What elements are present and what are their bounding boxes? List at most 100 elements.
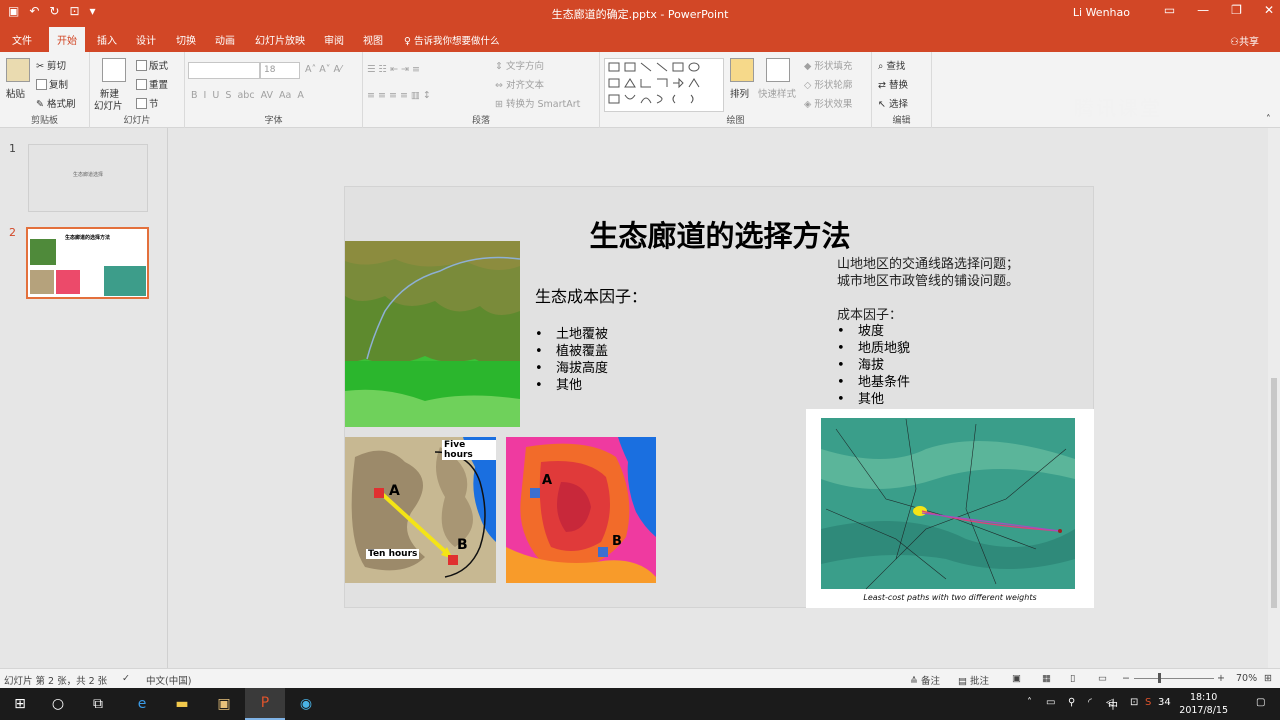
app-icon[interactable]: ▣: [204, 688, 244, 720]
tab-view[interactable]: 视图: [363, 32, 383, 47]
magnifier-app-icon[interactable]: ◉: [286, 688, 326, 720]
shapes-gallery[interactable]: [604, 58, 724, 112]
list-item: 土地覆被: [535, 326, 608, 343]
new-slide-icon[interactable]: [102, 58, 126, 82]
tab-file[interactable]: 文件: [12, 32, 32, 47]
zoom-in-button[interactable]: +: [1217, 673, 1225, 684]
arrange-icon[interactable]: [730, 58, 754, 82]
paste-icon[interactable]: [6, 58, 30, 82]
zoom-slider-handle[interactable]: [1158, 673, 1161, 683]
sorter-view-icon[interactable]: ▦: [1042, 673, 1051, 684]
edge-browser-icon[interactable]: e: [122, 688, 162, 720]
thumb-2-image-1: [30, 239, 56, 265]
slide-thumbnail-2[interactable]: 生态廊道的选择方法: [26, 227, 149, 299]
ecological-factors-list[interactable]: 土地覆被 植被覆盖 海拔高度 其他: [535, 326, 608, 394]
scrollbar-thumb[interactable]: [1271, 378, 1277, 608]
language-status[interactable]: 中文(中国): [146, 673, 191, 687]
copy-button[interactable]: 复制: [36, 77, 68, 91]
reading-view-icon[interactable]: ▯: [1070, 673, 1075, 684]
copy-icon: [36, 79, 47, 90]
temperature-badge[interactable]: 34: [1158, 697, 1171, 708]
file-explorer-icon[interactable]: ▬: [162, 688, 202, 720]
smartart-button[interactable]: ⊞ 转换为 SmartArt: [495, 96, 580, 110]
format-painter-button[interactable]: ✎ 格式刷: [36, 96, 76, 110]
font-name-combo[interactable]: [188, 62, 260, 79]
cut-button[interactable]: ✂ 剪切: [36, 58, 66, 72]
minimize-icon[interactable]: —: [1197, 3, 1209, 17]
ecological-factors-heading[interactable]: 生态成本因子：: [535, 283, 647, 307]
tab-slideshow[interactable]: 幻灯片放映: [255, 32, 305, 47]
align-buttons[interactable]: ≡ ≡ ≡ ≡ ▥ ↕: [367, 90, 431, 101]
cost-surface-map[interactable]: A B: [506, 437, 656, 583]
restore-icon[interactable]: ❐: [1231, 3, 1242, 17]
list-item: 海拔高度: [535, 360, 608, 377]
new-slide-button-line2[interactable]: 幻灯片: [94, 98, 123, 112]
layout-button[interactable]: 版式: [136, 58, 168, 72]
slide-thumbnail-1[interactable]: 生态廊道选择: [28, 144, 148, 212]
ribbon-display-icon[interactable]: ▭: [1164, 3, 1175, 17]
normal-view-icon[interactable]: ▣: [1012, 673, 1021, 684]
reset-button[interactable]: 重置: [136, 77, 168, 91]
terrain-path-map[interactable]: Five hours Ten hours A B: [345, 437, 496, 583]
tab-transitions[interactable]: 切换: [176, 32, 196, 47]
slide-canvas[interactable]: 生态廊道的选择方法 生态成本因子： 土地覆被 植被覆盖 海拔高度 其他 山地地区…: [344, 186, 1094, 608]
least-cost-path-figure[interactable]: [806, 409, 1094, 608]
search-circle-icon[interactable]: ○: [38, 688, 78, 720]
share-button[interactable]: ⚇共享: [1230, 33, 1259, 48]
quick-styles-button[interactable]: 快速样式: [758, 86, 796, 100]
zoom-slider[interactable]: [1134, 678, 1214, 679]
powerpoint-taskbar-icon[interactable]: P: [245, 688, 285, 720]
slides-group: 新建 幻灯片 版式 重置 节 幻灯片: [90, 52, 185, 128]
shape-effect-button[interactable]: ◈ 形状效果: [804, 96, 852, 110]
tab-review[interactable]: 审阅: [324, 32, 344, 47]
usb-icon[interactable]: ⚲: [1068, 697, 1075, 708]
paste-button[interactable]: 粘贴: [6, 86, 25, 100]
wps-icon[interactable]: S: [1145, 697, 1151, 708]
ime-mode-icon[interactable]: ⊡: [1130, 697, 1138, 708]
zoom-out-button[interactable]: −: [1122, 673, 1130, 684]
system-clock[interactable]: 18:10 2017/8/15: [1179, 691, 1228, 717]
notes-button[interactable]: ≙ 备注: [910, 673, 940, 687]
spellcheck-icon[interactable]: ✓: [122, 673, 130, 684]
windows-start-icon[interactable]: ⊞: [0, 688, 40, 720]
select-button[interactable]: ↖ 选择: [878, 96, 908, 110]
user-name[interactable]: Li Wenhao: [1073, 6, 1130, 19]
network-icon[interactable]: ▭: [1046, 697, 1055, 708]
section-button[interactable]: 节: [136, 96, 159, 110]
paragraph-group: ☰ ☷ ⇤ ⇥ ≡ ≡ ≡ ≡ ≡ ▥ ↕ ⇕ 文字方向 ⇔ 对齐文本 ⊞ 转换…: [363, 52, 600, 128]
fit-slide-icon[interactable]: ⊞: [1264, 673, 1272, 684]
comments-button[interactable]: ▤ 批注: [958, 673, 989, 687]
cost-factors-list[interactable]: 坡度 地质地貌 海拔 地基条件 其他: [837, 323, 910, 408]
shape-fill-button[interactable]: ◆ 形状填充: [804, 58, 852, 72]
collapse-ribbon-icon[interactable]: ˄: [1266, 114, 1271, 125]
close-icon[interactable]: ✕: [1264, 3, 1274, 17]
point-a-label-2: A: [542, 473, 553, 488]
task-view-icon[interactable]: ⧉: [78, 688, 118, 720]
tab-home[interactable]: 开始: [49, 27, 85, 52]
right-text-block[interactable]: 山地地区的交通线路选择问题； 城市地区市政管线的铺设问题。 成本因子：: [837, 256, 1019, 324]
find-button[interactable]: ⌕ 查找: [878, 58, 905, 72]
shape-outline-button[interactable]: ◇ 形状轮廓: [804, 77, 852, 91]
font-size-buttons[interactable]: A˄ A˅ A⁄: [305, 64, 342, 75]
list-buttons[interactable]: ☰ ☷ ⇤ ⇥ ≡: [367, 64, 420, 75]
tab-animations[interactable]: 动画: [215, 32, 235, 47]
text-direction-button[interactable]: ⇕ 文字方向: [495, 58, 544, 72]
tab-insert[interactable]: 插入: [97, 32, 117, 47]
tab-design[interactable]: 设计: [136, 32, 156, 47]
land-cover-map[interactable]: [345, 241, 520, 427]
slideshow-view-icon[interactable]: ▭: [1098, 673, 1107, 684]
ime-indicator[interactable]: 中: [1108, 697, 1118, 712]
arrange-button[interactable]: 排列: [730, 86, 749, 100]
quick-styles-icon[interactable]: [766, 58, 790, 82]
replace-button[interactable]: ⇄ 替换: [878, 77, 908, 91]
font-size-combo[interactable]: 18: [260, 62, 300, 79]
editing-group: ⌕ 查找 ⇄ 替换 ↖ 选择 编辑: [872, 52, 932, 128]
vertical-scrollbar[interactable]: [1268, 128, 1280, 668]
align-text-button[interactable]: ⇔ 对齐文本: [495, 77, 544, 91]
tray-expand-icon[interactable]: ˄: [1027, 697, 1032, 708]
font-format-buttons[interactable]: B I U S abc AV Aa A: [191, 90, 304, 101]
notification-icon[interactable]: ▢: [1256, 697, 1265, 708]
wifi-icon[interactable]: ◜: [1088, 697, 1092, 708]
zoom-level[interactable]: 70%: [1236, 673, 1257, 684]
tell-me-box[interactable]: ♀ 告诉我你想要做什么: [404, 33, 500, 47]
